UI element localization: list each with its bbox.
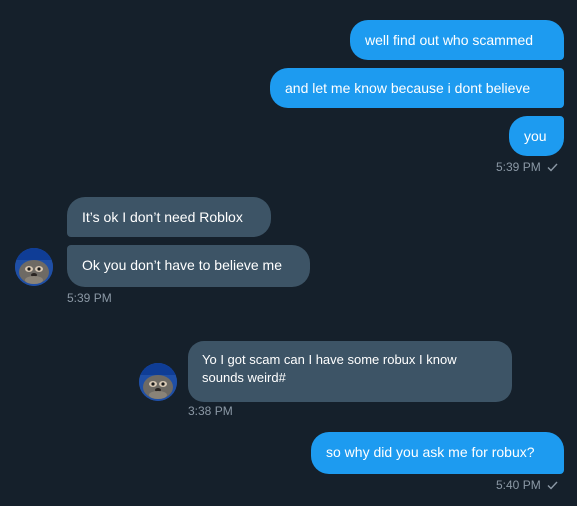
message-timestamp: 5:39 PM: [496, 160, 541, 174]
message-timestamp: 5:39 PM: [67, 291, 112, 305]
quoted-user-avatar[interactable]: [139, 363, 177, 401]
outgoing-message-1[interactable]: well find out who scammed: [350, 20, 564, 60]
incoming-timestamp: 5:39 PM: [67, 291, 112, 305]
avatar-image: [139, 363, 177, 401]
message-text: so why did you ask me for robux?: [326, 444, 535, 460]
quoted-message-timestamp: 3:38 PM: [188, 404, 233, 418]
quoted-message[interactable]: Yo I got scam can I have some robux I kn…: [188, 341, 512, 402]
checkmark-icon: [547, 479, 558, 493]
message-timestamp: 5:40 PM: [496, 478, 541, 492]
message-text: Ok you don’t have to believe me: [82, 257, 283, 273]
quoted-message-text: Yo I got scam can I have some robux I kn…: [202, 352, 457, 385]
message-text: well find out who scammed: [365, 32, 534, 48]
message-text: It’s ok I don’t need Roblox: [82, 209, 243, 225]
message-text: you: [524, 128, 547, 144]
avatar-image: [15, 248, 53, 286]
outgoing-message-4[interactable]: so why did you ask me for robux?: [311, 432, 564, 474]
user-avatar[interactable]: [15, 248, 53, 286]
incoming-message-2[interactable]: Ok you don’t have to believe me: [67, 245, 310, 287]
message-meta: 5:39 PM: [496, 160, 558, 175]
outgoing-message-3[interactable]: you: [509, 116, 564, 156]
message-meta: 5:40 PM: [496, 478, 558, 493]
dm-conversation: well find out who scammed and let me kno…: [0, 0, 577, 506]
incoming-message-1[interactable]: It’s ok I don’t need Roblox: [67, 197, 271, 237]
outgoing-message-2[interactable]: and let me know because i dont believe: [270, 68, 564, 108]
message-timestamp: 3:38 PM: [188, 404, 233, 418]
message-text: and let me know because i dont believe: [285, 80, 531, 96]
checkmark-icon: [547, 161, 558, 175]
